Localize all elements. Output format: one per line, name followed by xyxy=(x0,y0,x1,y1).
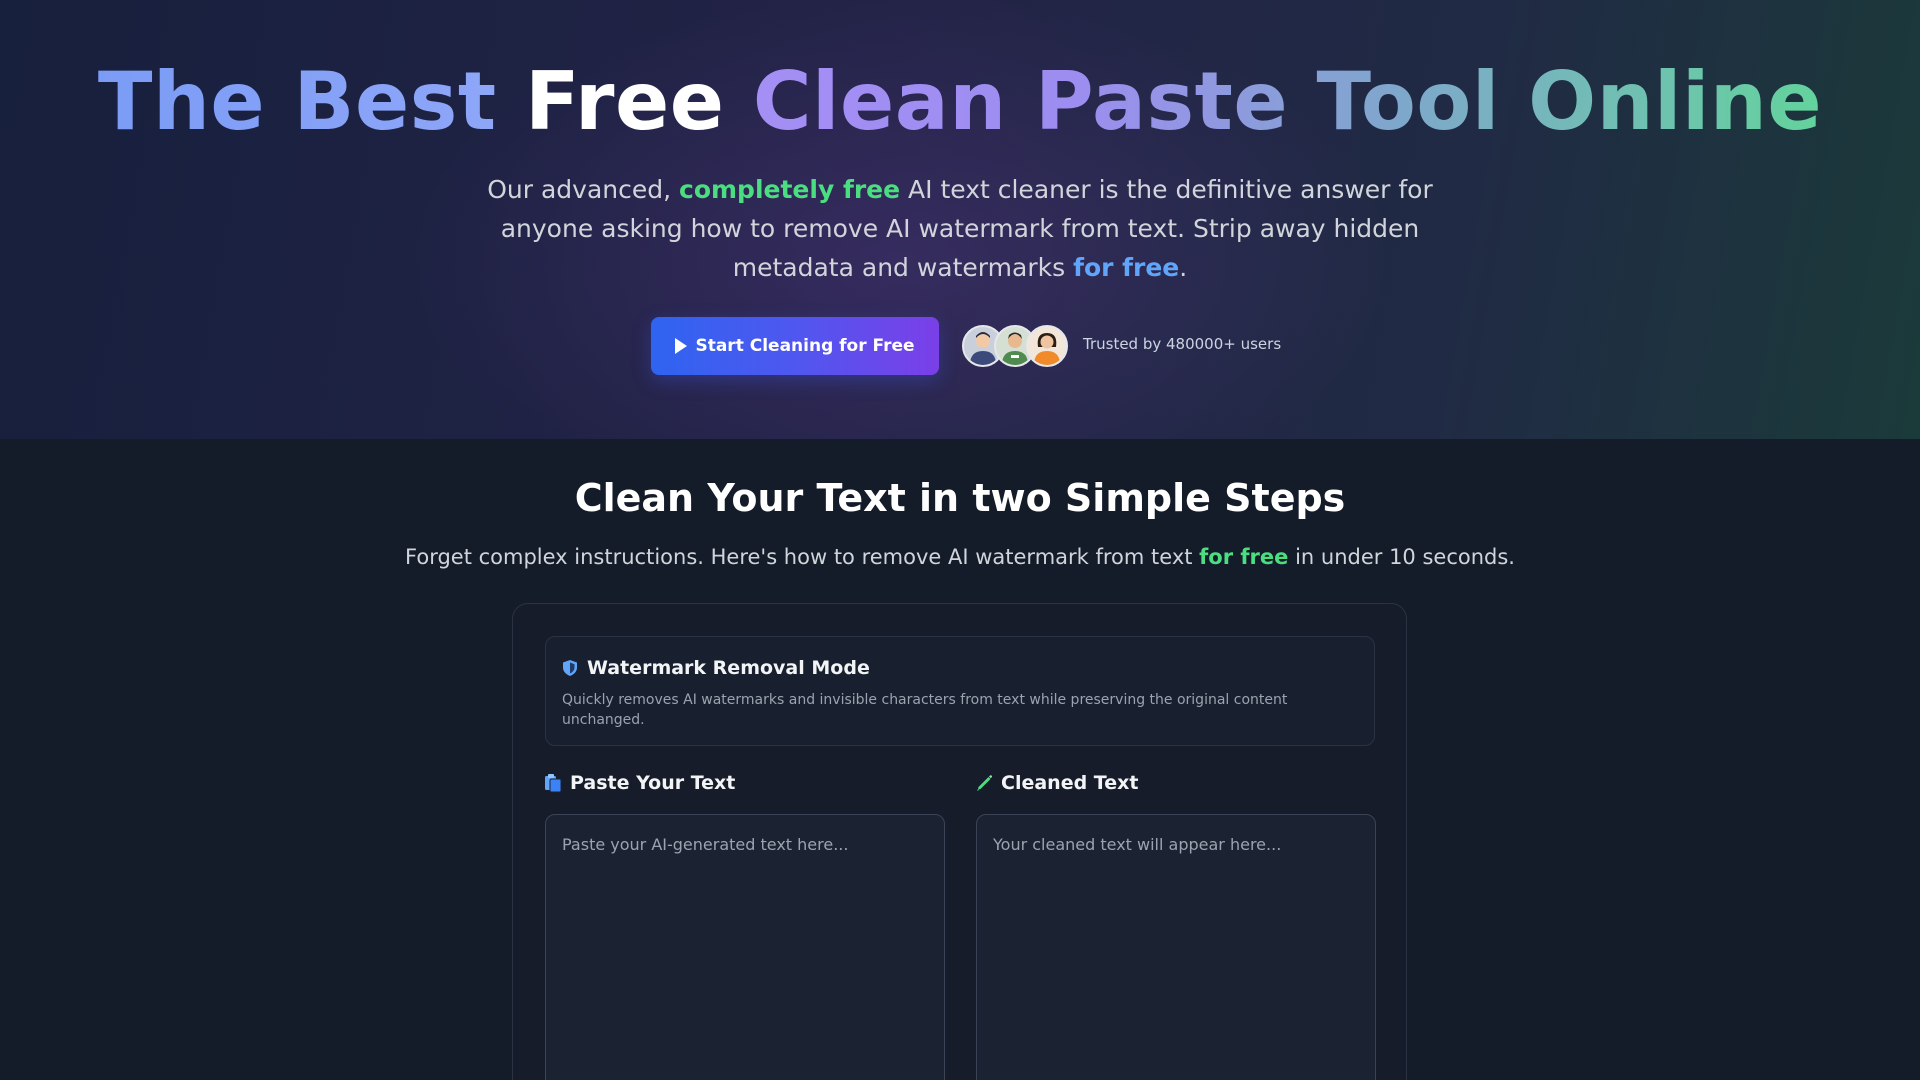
hero-title: The Best Free Clean Paste Tool Online xyxy=(0,56,1920,148)
shield-icon xyxy=(563,660,577,676)
hero-subtitle-text-1: Our advanced, xyxy=(487,175,672,204)
steps-subtitle-highlight: for free xyxy=(1199,545,1289,569)
hero-section: The Best Free Clean Paste Tool Online Ou… xyxy=(0,0,1920,439)
steps-subtitle: Forget complex instructions. Here's how … xyxy=(0,545,1920,569)
hero-subtitle: Our advanced, completely free AI text cl… xyxy=(440,170,1480,287)
paste-text-label-text: Paste Your Text xyxy=(570,772,736,794)
hero-title-part2: Clean Paste Tool Online xyxy=(752,55,1823,148)
play-icon xyxy=(675,338,688,354)
hero-subtitle-highlight-completely-free: completely free xyxy=(679,175,901,204)
hero-subtitle-text-3: . xyxy=(1179,253,1188,282)
steps-subtitle-text-2: in under 10 seconds. xyxy=(1295,545,1515,569)
avatar xyxy=(1026,325,1068,367)
hero-title-free: Free xyxy=(524,55,725,148)
start-cleaning-button[interactable]: Start Cleaning for Free xyxy=(651,317,939,375)
mode-title: Watermark Removal Mode xyxy=(562,657,870,679)
mode-title-text: Watermark Removal Mode xyxy=(587,657,870,679)
paste-text-input[interactable] xyxy=(545,814,945,1080)
mode-description: Quickly removes AI watermarks and invisi… xyxy=(562,692,1288,728)
hero-subtitle-highlight-for-free: for free xyxy=(1073,253,1180,282)
pencil-icon xyxy=(977,775,993,791)
cleaned-text-output[interactable] xyxy=(976,814,1376,1080)
trusted-by-text: Trusted by 480000+ users xyxy=(1083,335,1282,353)
start-cleaning-button-label: Start Cleaning for Free xyxy=(695,336,915,356)
steps-subtitle-text-1: Forget complex instructions. Here's how … xyxy=(405,545,1193,569)
hero-title-part1: The Best xyxy=(97,55,497,148)
paste-text-label: Paste Your Text xyxy=(544,772,735,794)
user-avatars xyxy=(962,325,1072,367)
clipboard-icon xyxy=(545,774,562,793)
steps-title: Clean Your Text in two Simple Steps xyxy=(574,476,1346,520)
cleaned-text-label: Cleaned Text xyxy=(975,772,1138,794)
mode-card: Watermark Removal Mode Quickly removes A… xyxy=(545,636,1375,746)
cleaned-text-label-text: Cleaned Text xyxy=(1001,772,1139,794)
